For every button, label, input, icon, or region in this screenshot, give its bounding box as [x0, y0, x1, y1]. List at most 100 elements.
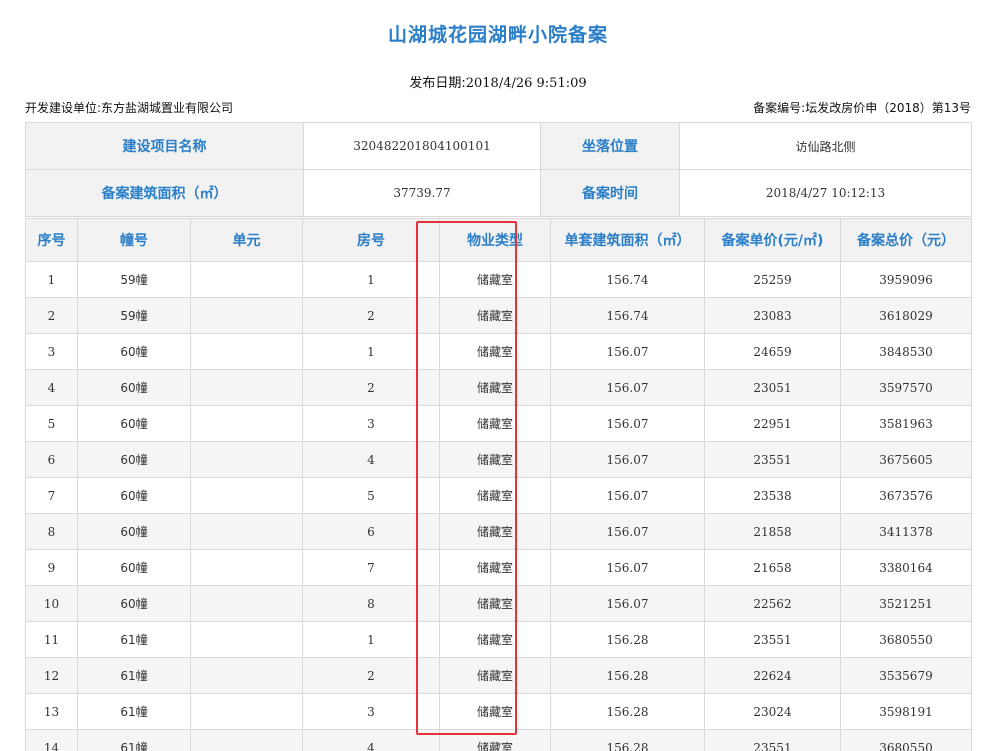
publish-date-label: 发布日期: [409, 76, 466, 91]
cell-property-type: 储藏室 [439, 441, 551, 478]
cell-unit [190, 441, 303, 478]
cell-index: 6 [25, 441, 78, 478]
cell-property-type: 储藏室 [439, 297, 551, 334]
cell-unit [190, 333, 303, 370]
location-value: 访仙路北侧 [679, 122, 972, 170]
cell-unit-price: 21858 [704, 513, 841, 550]
cell-index: 1 [25, 261, 78, 298]
column-header-index: 序号 [25, 218, 78, 262]
cell-room: 6 [302, 513, 440, 550]
cell-total-price: 3581963 [840, 405, 972, 442]
cell-area: 156.07 [550, 405, 705, 442]
cell-property-type: 储藏室 [439, 549, 551, 586]
cell-building: 60幢 [77, 405, 191, 442]
cell-unit [190, 621, 303, 658]
record-time-value: 2018/4/27 10:12:13 [679, 169, 972, 217]
record-number-value: 坛发改房价申（2018）第13号 [805, 101, 971, 115]
cell-property-type: 储藏室 [439, 693, 551, 730]
cell-unit-price: 23024 [704, 693, 841, 730]
table-row: 8 60幢 6 储藏室 156.07 21858 3411378 [25, 513, 972, 550]
cell-area: 156.07 [550, 369, 705, 406]
cell-total-price: 3959096 [840, 261, 972, 298]
table-row: 6 60幢 4 储藏室 156.07 23551 3675605 [25, 441, 972, 478]
cell-room: 2 [302, 297, 440, 334]
cell-index: 12 [25, 657, 78, 694]
record-time-label: 备案时间 [540, 169, 680, 217]
cell-index: 5 [25, 405, 78, 442]
publish-date-value: 2018/4/26 9:51:09 [465, 76, 587, 91]
cell-index: 8 [25, 513, 78, 550]
column-header-property-type: 物业类型 [439, 218, 551, 262]
cell-room: 8 [302, 585, 440, 622]
cell-unit-price: 21658 [704, 549, 841, 586]
cell-index: 9 [25, 549, 78, 586]
cell-building: 60幢 [77, 585, 191, 622]
cell-index: 4 [25, 369, 78, 406]
record-number-label: 备案编号: [753, 101, 806, 115]
cell-area: 156.07 [550, 477, 705, 514]
cell-room: 3 [302, 693, 440, 730]
cell-room: 4 [302, 729, 440, 751]
cell-unit [190, 729, 303, 751]
table-row: 2 59幢 2 储藏室 156.74 23083 3618029 [25, 297, 972, 334]
cell-unit-price: 23551 [704, 441, 841, 478]
cell-unit-price: 25259 [704, 261, 841, 298]
cell-property-type: 储藏室 [439, 585, 551, 622]
cell-total-price: 3535679 [840, 657, 972, 694]
cell-room: 7 [302, 549, 440, 586]
cell-unit [190, 405, 303, 442]
area-value: 37739.77 [303, 169, 541, 217]
cell-area: 156.07 [550, 441, 705, 478]
cell-index: 14 [25, 729, 78, 751]
cell-property-type: 储藏室 [439, 729, 551, 751]
cell-unit [190, 513, 303, 550]
cell-building: 59幢 [77, 297, 191, 334]
table-row: 11 61幢 1 储藏室 156.28 23551 3680550 [25, 621, 972, 658]
cell-room: 1 [302, 621, 440, 658]
cell-unit-price: 23551 [704, 729, 841, 751]
cell-building: 61幢 [77, 657, 191, 694]
cell-building: 59幢 [77, 261, 191, 298]
cell-room: 2 [302, 369, 440, 406]
table-header-row: 序号 幢号 单元 房号 物业类型 单套建筑面积（㎡） 备案单价(元/㎡) 备案总… [25, 218, 972, 262]
cell-room: 3 [302, 405, 440, 442]
cell-unit [190, 549, 303, 586]
cell-total-price: 3618029 [840, 297, 972, 334]
table-row: 14 61幢 4 储藏室 156.28 23551 3680550 [25, 729, 972, 751]
cell-area: 156.28 [550, 693, 705, 730]
cell-property-type: 储藏室 [439, 369, 551, 406]
table-row: 12 61幢 2 储藏室 156.28 22624 3535679 [25, 657, 972, 694]
cell-total-price: 3380164 [840, 549, 972, 586]
table-row: 4 60幢 2 储藏室 156.07 23051 3597570 [25, 369, 972, 406]
project-info-row: 备案建筑面积（㎡） 37739.77 备案时间 2018/4/27 10:12:… [25, 169, 972, 217]
page-title: 山湖城花园湖畔小院备案 [387, 24, 608, 46]
cell-area: 156.07 [550, 333, 705, 370]
cell-unit [190, 693, 303, 730]
cell-area: 156.28 [550, 657, 705, 694]
cell-total-price: 3680550 [840, 729, 972, 751]
cell-index: 10 [25, 585, 78, 622]
cell-index: 11 [25, 621, 78, 658]
table-row: 1 59幢 1 储藏室 156.74 25259 3959096 [25, 261, 972, 298]
column-header-building: 幢号 [77, 218, 191, 262]
cell-unit-price: 24659 [704, 333, 841, 370]
cell-unit [190, 657, 303, 694]
cell-building: 60幢 [77, 477, 191, 514]
cell-total-price: 3521251 [840, 585, 972, 622]
table-row: 7 60幢 5 储藏室 156.07 23538 3673576 [25, 477, 972, 514]
cell-total-price: 3680550 [840, 621, 972, 658]
cell-total-price: 3673576 [840, 477, 972, 514]
table-row: 3 60幢 1 储藏室 156.07 24659 3848530 [25, 333, 972, 370]
cell-building: 60幢 [77, 441, 191, 478]
cell-unit-price: 22951 [704, 405, 841, 442]
cell-room: 5 [302, 477, 440, 514]
table-row: 9 60幢 7 储藏室 156.07 21658 3380164 [25, 549, 972, 586]
cell-unit [190, 585, 303, 622]
cell-unit [190, 369, 303, 406]
cell-property-type: 储藏室 [439, 513, 551, 550]
cell-property-type: 储藏室 [439, 477, 551, 514]
cell-area: 156.07 [550, 513, 705, 550]
unit-list-table: 序号 幢号 单元 房号 物业类型 单套建筑面积（㎡） 备案单价(元/㎡) 备案总… [25, 218, 972, 751]
cell-total-price: 3675605 [840, 441, 972, 478]
cell-total-price: 3411378 [840, 513, 972, 550]
